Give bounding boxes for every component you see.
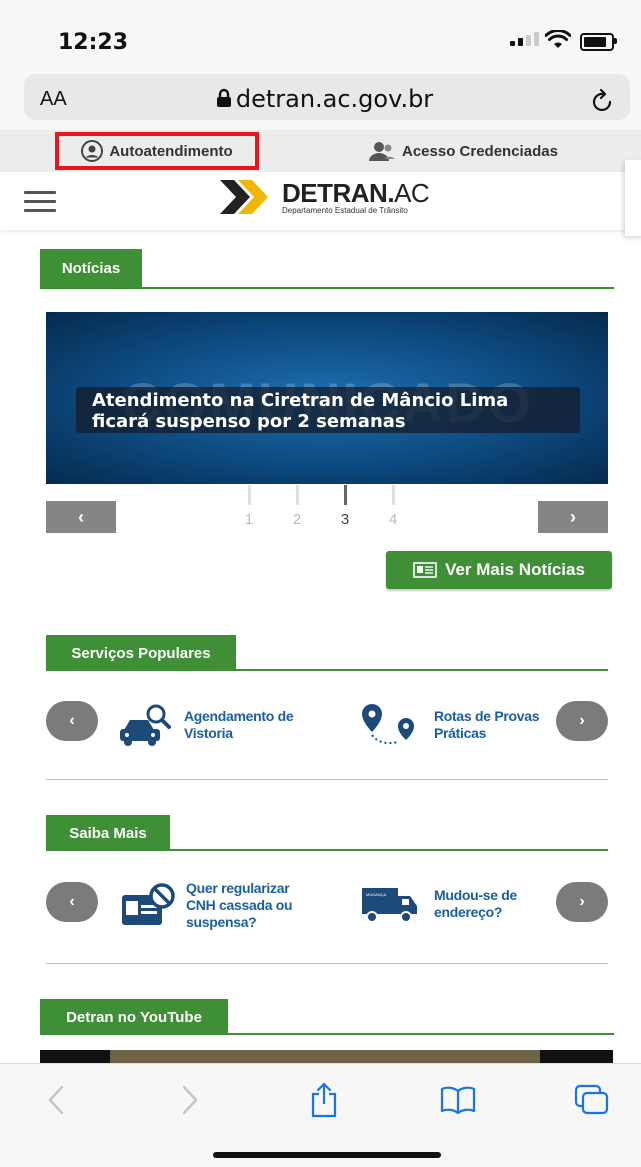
newspaper-icon [413,562,437,578]
carousel-page-label: 3 [340,511,350,528]
carousel-page-label: 4 [388,511,398,528]
hamburger-menu-icon[interactable] [24,191,56,218]
acesso-credenciadas-link[interactable]: Acesso Credenciadas [368,140,558,162]
noticias-section-title: Notícias [40,249,142,287]
carousel-pagination: 1 2 3 4 [240,485,402,528]
servicos-section-title: Serviços Populares [46,635,236,671]
tabs-icon[interactable] [572,1082,612,1118]
user-circle-icon [81,140,104,162]
forward-icon[interactable] [170,1082,210,1118]
users-icon [369,142,395,161]
bookmarks-icon[interactable] [438,1082,478,1118]
reload-icon[interactable] [590,86,616,114]
truck-label: MUDANÇA [366,892,387,897]
back-icon[interactable] [36,1082,76,1118]
servicos-prev-button[interactable]: ‹ [46,701,98,741]
carousel-page-label: 2 [292,511,302,528]
saiba-mais-divider [46,849,608,851]
servico-label: Agendamento de Vistoria [184,708,294,741]
youtube-divider [40,1033,614,1035]
share-icon[interactable] [304,1082,344,1118]
logo-chevron-icon [220,180,268,214]
moving-truck-icon: MUDANÇA [362,888,417,923]
servico-rotas-provas[interactable]: Rotas de Provas Práticas [360,702,544,748]
servicos-next-button[interactable]: › [556,701,608,741]
ver-mais-label: Ver Mais Notícias [445,560,585,579]
autoatendimento-link[interactable]: Autoatendimento [55,132,259,170]
url-text[interactable]: detran.ac.gov.br [0,85,641,113]
carousel-prev-button[interactable]: ‹ [46,501,116,533]
logo-title-bold: DETRAN. [282,177,395,208]
servico-agendamento-vistoria[interactable]: Agendamento de Vistoria [118,702,294,748]
carousel-page-label: 1 [244,511,254,528]
car-search-icon [120,704,171,746]
noticias-divider [40,287,614,289]
saiba-mais-section-title: Saiba Mais [46,815,170,851]
autoatendimento-label: Autoatendimento [109,142,233,160]
servicos-bottom-divider [46,779,608,780]
cnh-blocked-icon [122,882,175,925]
logo-title-rest: AC [394,177,430,208]
side-panel-edge [625,160,641,236]
carousel-page-2[interactable]: 2 [288,485,306,528]
saiba-label: Mudou-se de endereço? [434,887,518,920]
saiba-cnh-cassada[interactable]: Quer regularizar CNH cassada ou suspensa… [120,880,296,931]
servico-label: Rotas de Provas Práticas [434,708,540,741]
acesso-credenciadas-label: Acesso Credenciadas [402,142,558,160]
route-pin-icon [362,704,414,745]
saiba-mudou-endereco[interactable]: MUDANÇA Mudou-se de endereço? [360,884,534,924]
battery-tip [614,38,617,44]
carousel-page-4[interactable]: 4 [384,485,402,528]
ver-mais-noticias-button[interactable]: Ver Mais Notícias [386,551,612,589]
url-label: detran.ac.gov.br [235,85,434,113]
detran-logo[interactable]: DETRAN.AC Departamento Estadual de Trâns… [220,177,430,216]
battery-icon [580,33,614,51]
saiba-next-button[interactable]: › [556,882,608,922]
youtube-section-title: Detran no YouTube [40,999,228,1035]
logo-text: DETRAN.AC Departamento Estadual de Trâns… [282,177,430,215]
wifi-icon [545,30,571,48]
carousel-page-1[interactable]: 1 [240,485,258,528]
status-time: 12:23 [58,30,129,55]
servicos-divider [46,669,608,671]
logo-subtitle: Departamento Estadual de Trânsito [282,205,408,215]
saiba-bottom-divider [46,963,608,964]
slide-caption[interactable]: Atendimento na Ciretran de Mâncio Lima f… [76,387,580,433]
carousel-page-3[interactable]: 3 [336,485,354,528]
saiba-label: Quer regularizar CNH cassada ou suspensa… [186,880,293,930]
saiba-prev-button[interactable]: ‹ [46,882,98,922]
signal-icon [510,32,539,46]
carousel-next-button[interactable]: › [538,501,608,533]
home-indicator [213,1152,441,1158]
